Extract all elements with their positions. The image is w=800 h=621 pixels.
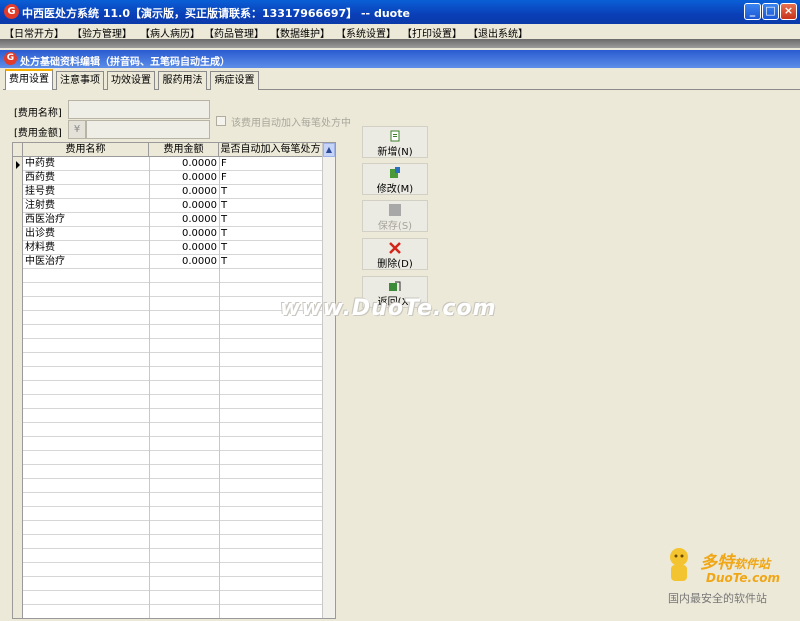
grid-cell-fee-name[interactable]: 中药费 (25, 157, 145, 171)
grid-vertical-scrollbar[interactable]: ▲ (322, 143, 335, 618)
fee-name-input[interactable] (68, 100, 210, 119)
add-button-label: 新增(N) (377, 147, 413, 158)
row-selector[interactable] (13, 157, 23, 618)
tab-fee-settings[interactable]: 费用设置 (5, 69, 53, 90)
menu-exit-system[interactable]: 【退出系统】 (468, 25, 528, 40)
delete-button[interactable]: 删除(D) (362, 238, 428, 270)
window-title-bar[interactable]: G 中西医处方系统 11.0【演示版，买正版请联系：13317966697】 -… (0, 0, 800, 24)
fee-amount-label: [费用金额] (14, 128, 62, 139)
grid-cell-fee-amount[interactable]: 0.0000 (151, 157, 217, 171)
scroll-up-icon[interactable]: ▲ (323, 143, 335, 157)
grid-column-divider (149, 157, 150, 618)
fee-amount-input[interactable] (86, 120, 210, 139)
menu-system-settings[interactable]: 【系统设置】 (336, 25, 396, 40)
grid-cell-auto-add[interactable]: T (221, 227, 321, 241)
grid-cell-fee-name[interactable]: 材料费 (25, 241, 145, 255)
brand-domain: DuoTe.com (706, 571, 780, 585)
current-row-arrow-icon (16, 161, 20, 169)
site-watermark: www.DuoTe.com (280, 296, 497, 321)
grid-cell-auto-add[interactable]: T (221, 199, 321, 213)
grid-cell-auto-add[interactable]: F (221, 171, 321, 185)
window-title: 中西医处方系统 11.0【演示版，买正版请联系：13317966697】 -- … (22, 7, 410, 20)
menu-daily-prescription[interactable]: 【日常开方】 (4, 25, 64, 40)
tab-notes[interactable]: 注意事项 (56, 71, 104, 90)
grid-cell-fee-amount[interactable]: 0.0000 (151, 171, 217, 185)
menu-bar: 【日常开方】 【验方管理】 【病人病历】 【药品管理】 【数据维护】 【系统设置… (0, 24, 800, 40)
add-button[interactable]: 新增(N) (362, 126, 428, 158)
delete-button-label: 删除(D) (377, 259, 413, 270)
toolbar-divider (0, 39, 800, 48)
brand-name: 多特 (700, 553, 734, 573)
maximize-button[interactable]: □ (762, 3, 779, 20)
save-button[interactable]: 保存(S) (362, 200, 428, 232)
tab-dosage-usage[interactable]: 服药用法 (158, 71, 207, 90)
grid-cell-fee-amount[interactable]: 0.0000 (151, 227, 217, 241)
grid-cell-fee-name[interactable]: 出诊费 (25, 227, 145, 241)
child-window-title: 处方基础资料编辑（拼音码、五笔码自动生成） (20, 57, 230, 68)
grid-cell-fee-name[interactable]: 中医治疗 (25, 255, 145, 269)
grid-cell-fee-amount[interactable]: 0.0000 (151, 241, 217, 255)
grid-cell-auto-add[interactable]: T (221, 255, 321, 269)
menu-recipe-management[interactable]: 【验方管理】 (72, 25, 132, 40)
grid-header: 费用名称 费用金额 是否自动加入每笔处方 (13, 143, 323, 157)
grid-cell-auto-add[interactable]: F (221, 157, 321, 171)
add-document-icon (389, 130, 401, 142)
delete-x-icon (389, 242, 401, 254)
grid-cell-fee-name[interactable]: 挂号费 (25, 185, 145, 199)
grid-cell-fee-amount[interactable]: 0.0000 (151, 213, 217, 227)
brand-slogan: 国内最安全的软件站 (668, 592, 767, 605)
fee-grid[interactable]: 费用名称 费用金额 是否自动加入每笔处方 中药费 0.0000 F 西药费 0.0000… (12, 142, 336, 619)
back-exit-icon (389, 280, 401, 292)
menu-drug-management[interactable]: 【药品管理】 (204, 25, 264, 40)
save-icon (389, 204, 401, 216)
edit-button[interactable]: 修改(M) (362, 163, 428, 195)
menu-data-maintenance[interactable]: 【数据维护】 (270, 25, 330, 40)
grid-cell-fee-name[interactable]: 西药费 (25, 171, 145, 185)
grid-cell-fee-amount[interactable]: 0.0000 (151, 255, 217, 269)
tab-disease-settings[interactable]: 病症设置 (210, 71, 259, 90)
child-window-title-bar: G 处方基础资料编辑（拼音码、五笔码自动生成） (0, 50, 800, 68)
edit-icon (389, 167, 401, 179)
currency-prefix: ¥ (68, 120, 86, 139)
brand-logo-text: 多特软件站 (700, 548, 770, 573)
auto-add-label: 该费用自动加入每笔处方中 (231, 118, 351, 129)
menu-print-settings[interactable]: 【打印设置】 (402, 25, 462, 40)
close-button[interactable]: × (780, 3, 797, 20)
grid-header-fee-amount[interactable]: 费用金额 (149, 143, 219, 157)
grid-column-divider (219, 157, 220, 618)
brand-mascot-icon (670, 548, 688, 581)
app-logo-icon: G (4, 52, 17, 65)
grid-cell-auto-add[interactable]: T (221, 185, 321, 199)
grid-corner (13, 143, 23, 157)
edit-button-label: 修改(M) (376, 184, 414, 195)
grid-header-auto-add[interactable]: 是否自动加入每笔处方 (219, 143, 323, 157)
grid-header-fee-name[interactable]: 费用名称 (23, 143, 149, 157)
save-button-label: 保存(S) (377, 221, 413, 232)
fee-name-label: [费用名称] (14, 108, 62, 119)
grid-cell-fee-amount[interactable]: 0.0000 (151, 185, 217, 199)
grid-cell-auto-add[interactable]: T (221, 213, 321, 227)
grid-cell-auto-add[interactable]: T (221, 241, 321, 255)
grid-cell-fee-name[interactable]: 注射费 (25, 199, 145, 213)
tab-efficacy-settings[interactable]: 功效设置 (107, 71, 155, 90)
app-logo-icon: G (4, 4, 19, 19)
brand-name-suffix: 软件站 (734, 557, 771, 571)
grid-cell-fee-name[interactable]: 西医治疗 (25, 213, 145, 227)
grid-cell-fee-amount[interactable]: 0.0000 (151, 199, 217, 213)
minimize-button[interactable]: _ (744, 3, 761, 20)
auto-add-checkbox[interactable] (216, 116, 226, 126)
menu-patient-records[interactable]: 【病人病历】 (140, 25, 200, 40)
